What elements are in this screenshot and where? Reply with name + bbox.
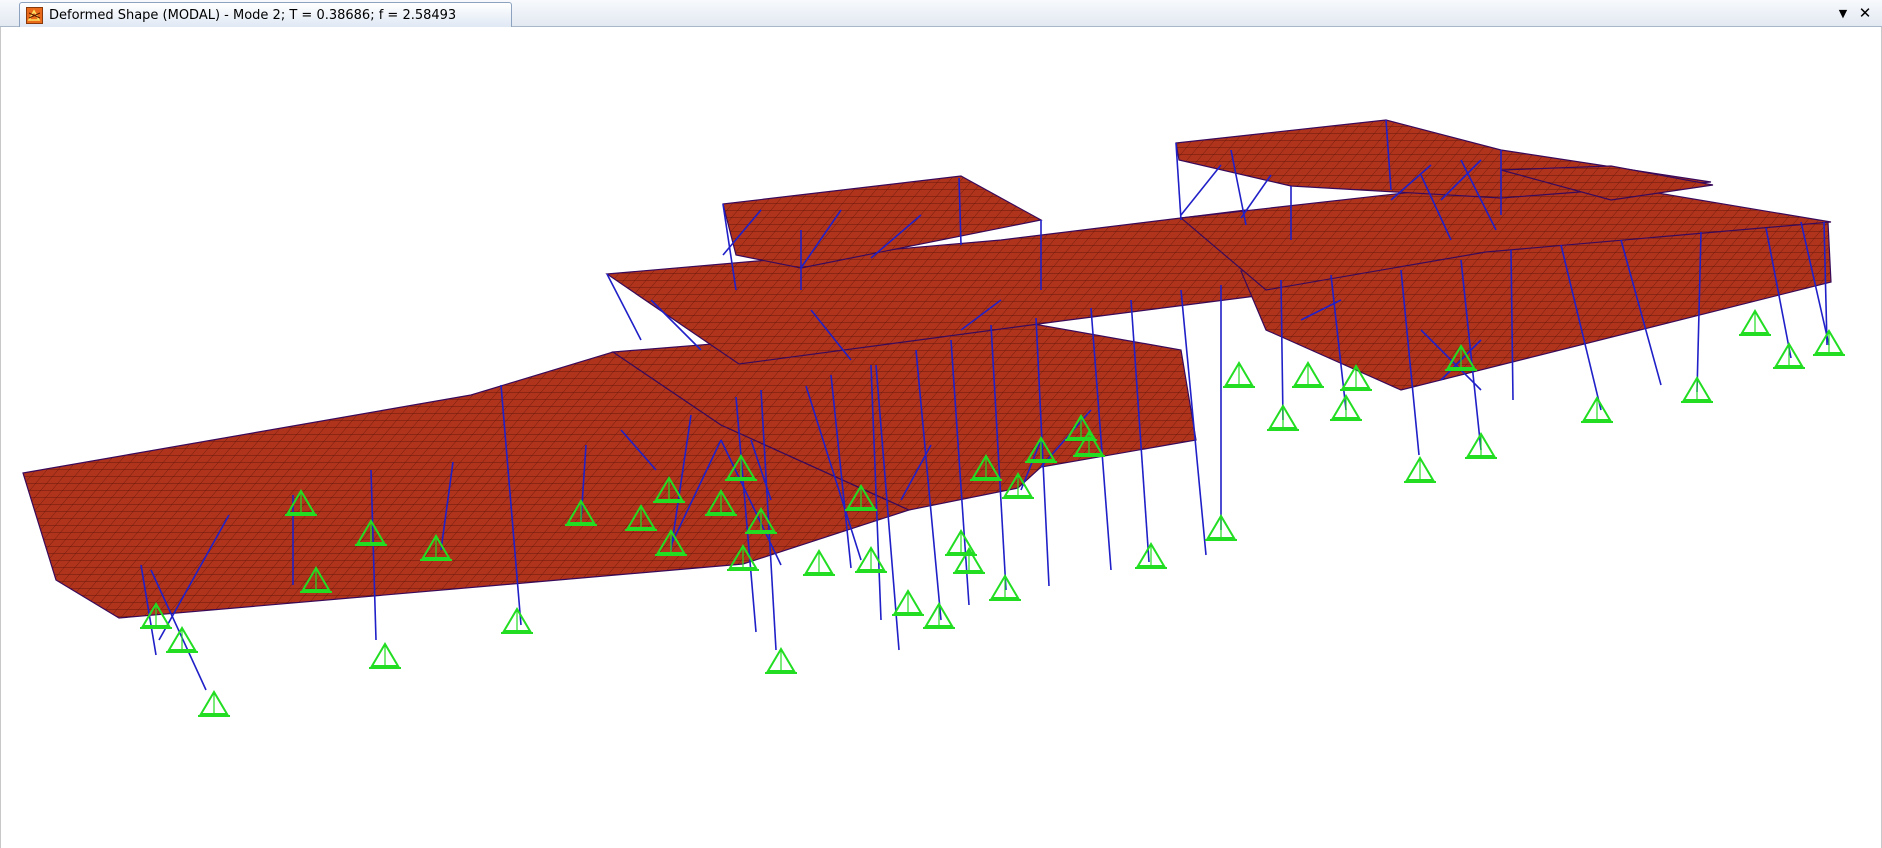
- tab-deformed-shape[interactable]: Deformed Shape (MODAL) - Mode 2; T = 0.3…: [19, 2, 512, 27]
- pinned-support-icon: [1292, 361, 1324, 388]
- close-icon[interactable]: ✕: [1855, 3, 1875, 23]
- pinned-support-icon: [1465, 432, 1497, 459]
- pinned-support-icon: [369, 642, 401, 669]
- pinned-support-icon: [989, 574, 1021, 601]
- pinned-support-icon: [923, 602, 955, 629]
- pinned-support-icon: [1330, 394, 1362, 421]
- pinned-support-icon: [1739, 309, 1771, 336]
- pinned-support-icon: [198, 690, 230, 717]
- pinned-support-icon: [803, 549, 835, 576]
- tab-title: Deformed Shape (MODAL) - Mode 2; T = 0.3…: [49, 7, 457, 23]
- pinned-support-icon: [765, 647, 797, 674]
- pinned-support-icon: [1135, 542, 1167, 569]
- pinned-support-icon: [1205, 514, 1237, 541]
- chevron-down-icon[interactable]: ▼: [1833, 3, 1853, 23]
- model-viewport[interactable]: [0, 27, 1882, 848]
- title-bar: Deformed Shape (MODAL) - Mode 2; T = 0.3…: [0, 0, 1882, 27]
- pinned-support-icon: [1813, 329, 1845, 356]
- structure-drawing[interactable]: [1, 27, 1881, 848]
- pinned-support-icon: [855, 546, 887, 573]
- pinned-support-icon: [892, 589, 924, 616]
- pinned-support-icon: [1404, 456, 1436, 483]
- pinned-support-icon: [166, 626, 198, 653]
- pinned-support-icon: [1681, 376, 1713, 403]
- pinned-support-icon: [1223, 361, 1255, 388]
- pinned-support-icon: [501, 607, 533, 634]
- pinned-support-icon: [1773, 342, 1805, 369]
- pinned-support-icon: [945, 529, 977, 556]
- pinned-support-icon: [1581, 396, 1613, 423]
- pinned-support-icon: [1267, 404, 1299, 431]
- sap-model-icon: [26, 6, 43, 24]
- frame-member-50: [1180, 164, 1222, 216]
